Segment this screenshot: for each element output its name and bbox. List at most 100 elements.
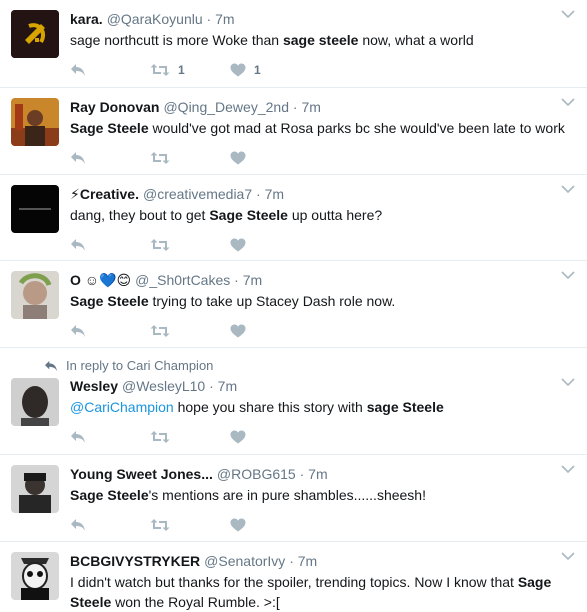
reply-icon xyxy=(71,239,85,251)
retweet-button[interactable]: 1 xyxy=(150,63,230,77)
tweet-header: Ray Donovan @Qing_Dewey_2nd · 7m xyxy=(70,99,321,115)
reply-button[interactable] xyxy=(70,238,150,252)
retweet-icon xyxy=(150,64,170,76)
username[interactable]: @_Sh0rtCakes xyxy=(135,272,230,288)
display-name[interactable]: Ray Donovan xyxy=(70,99,159,115)
heart-icon xyxy=(230,238,246,252)
display-name[interactable]: kara. xyxy=(70,11,103,27)
heart-icon xyxy=(230,518,246,532)
reply-button[interactable] xyxy=(70,430,150,444)
tweet-header: Young Sweet Jones... @ROBG615 · 7m xyxy=(70,466,328,482)
reply-icon xyxy=(71,431,85,443)
username[interactable]: @Qing_Dewey_2nd xyxy=(163,99,289,115)
tweet-header: kara. @QaraKoyunlu · 7m xyxy=(70,11,235,27)
chevron-down-icon[interactable] xyxy=(561,9,575,19)
like-button[interactable] xyxy=(230,238,254,252)
tweet-actions xyxy=(70,225,575,265)
like-button[interactable]: 1 xyxy=(230,63,261,77)
tweet-text: @CariChampion hope you share this story … xyxy=(70,399,444,415)
avatar[interactable] xyxy=(11,10,59,58)
reply-button[interactable] xyxy=(70,63,150,77)
avatar[interactable] xyxy=(11,465,59,513)
heart-icon xyxy=(230,430,246,444)
timestamp[interactable]: 7m xyxy=(298,553,317,569)
timestamp[interactable]: 7m xyxy=(215,11,234,27)
username[interactable]: @SenatorIvy xyxy=(204,553,285,569)
avatar[interactable] xyxy=(11,552,59,600)
username[interactable]: @ROBG615 xyxy=(217,466,296,482)
tweet-text: Sage Steele would've got mad at Rosa par… xyxy=(70,120,565,136)
display-name[interactable]: BCBGIVYSTRYKER xyxy=(70,553,200,569)
reply-icon xyxy=(71,152,85,164)
timestamp[interactable]: 7m xyxy=(243,272,262,288)
timestamp[interactable]: 7m xyxy=(308,466,327,482)
chevron-down-icon[interactable] xyxy=(561,377,575,387)
tweet-header: Wesley @WesleyL10 · 7m xyxy=(70,378,238,394)
tweet-text: sage northcutt is more Woke than sage st… xyxy=(70,32,474,48)
avatar[interactable] xyxy=(11,271,59,319)
retweet-icon xyxy=(150,325,170,337)
timestamp[interactable]: 7m xyxy=(265,186,284,202)
tweet-header: O ☺💙😊 @_Sh0rtCakes · 7m xyxy=(70,272,263,288)
like-count: 1 xyxy=(254,63,261,77)
display-name[interactable]: Wesley xyxy=(70,378,118,394)
retweet-button[interactable] xyxy=(150,151,230,165)
reply-icon xyxy=(45,360,57,371)
reply-button[interactable] xyxy=(70,151,150,165)
reply-icon xyxy=(71,325,85,337)
tweet[interactable]: ⚡Creative. @creativemedia7 · 7m dang, the… xyxy=(0,175,587,261)
username[interactable]: @QaraKoyunlu xyxy=(107,11,203,27)
like-button[interactable] xyxy=(230,324,254,338)
in-reply-to[interactable]: In reply to Cari Champion xyxy=(44,358,575,373)
display-name[interactable]: O ☺💙😊 xyxy=(70,272,131,288)
retweet-button[interactable] xyxy=(150,238,230,252)
display-name[interactable]: ⚡Creative. xyxy=(70,186,139,202)
chevron-down-icon[interactable] xyxy=(561,97,575,107)
retweet-button[interactable] xyxy=(150,518,230,532)
tweet[interactable]: Young Sweet Jones... @ROBG615 · 7m Sage S… xyxy=(0,455,587,542)
tweet[interactable]: In reply to Cari Champion Wesley @WesleyL… xyxy=(0,348,587,455)
chevron-down-icon[interactable] xyxy=(561,270,575,280)
username[interactable]: @WesleyL10 xyxy=(122,378,205,394)
tweet-actions xyxy=(70,138,575,178)
retweet-button[interactable] xyxy=(150,430,230,444)
heart-icon xyxy=(230,63,246,77)
tweet[interactable]: BCBGIVYSTRYKER @SenatorIvy · 7m I didn't … xyxy=(0,542,587,610)
timestamp[interactable]: 7m xyxy=(218,378,237,394)
avatar[interactable] xyxy=(11,378,59,426)
retweet-icon xyxy=(150,431,170,443)
chevron-down-icon[interactable] xyxy=(561,464,575,474)
heart-icon xyxy=(230,324,246,338)
tweet-actions xyxy=(70,417,575,457)
like-button[interactable] xyxy=(230,518,254,532)
username[interactable]: @creativemedia7 xyxy=(143,186,252,202)
retweet-count: 1 xyxy=(178,63,185,77)
retweet-icon xyxy=(150,519,170,531)
reply-button[interactable] xyxy=(70,324,150,338)
retweet-button[interactable] xyxy=(150,324,230,338)
tweet[interactable]: O ☺💙😊 @_Sh0rtCakes · 7m Sage Steele tryin… xyxy=(0,261,587,348)
tweet-text: Sage Steele trying to take up Stacey Das… xyxy=(70,293,396,309)
tweet-text: I didn't watch but thanks for the spoile… xyxy=(70,574,552,610)
tweet-header: ⚡Creative. @creativemedia7 · 7m xyxy=(70,186,285,202)
mention-link[interactable]: @CariChampion xyxy=(70,399,174,415)
reply-icon xyxy=(71,519,85,531)
timestamp[interactable]: 7m xyxy=(301,99,320,115)
avatar[interactable] xyxy=(11,98,59,146)
tweet[interactable]: Ray Donovan @Qing_Dewey_2nd · 7m Sage Ste… xyxy=(0,88,587,175)
retweet-icon xyxy=(150,239,170,251)
tweet-actions: 1 1 xyxy=(70,50,575,90)
display-name[interactable]: Young Sweet Jones... xyxy=(70,466,213,482)
chevron-down-icon[interactable] xyxy=(561,184,575,194)
tweet-text: Sage Steele's mentions are in pure shamb… xyxy=(70,487,426,503)
tweet-actions xyxy=(70,311,575,351)
tweet[interactable]: kara. @QaraKoyunlu · 7m sage northcutt is… xyxy=(0,0,587,88)
avatar[interactable] xyxy=(11,185,59,233)
like-button[interactable] xyxy=(230,151,254,165)
in-reply-to-label[interactable]: In reply to Cari Champion xyxy=(66,358,213,373)
tweet-text: dang, they bout to get Sage Steele up ou… xyxy=(70,207,383,223)
chevron-down-icon[interactable] xyxy=(561,551,575,561)
tweet-feed: kara. @QaraKoyunlu · 7m sage northcutt is… xyxy=(0,0,587,610)
like-button[interactable] xyxy=(230,430,254,444)
reply-button[interactable] xyxy=(70,518,150,532)
